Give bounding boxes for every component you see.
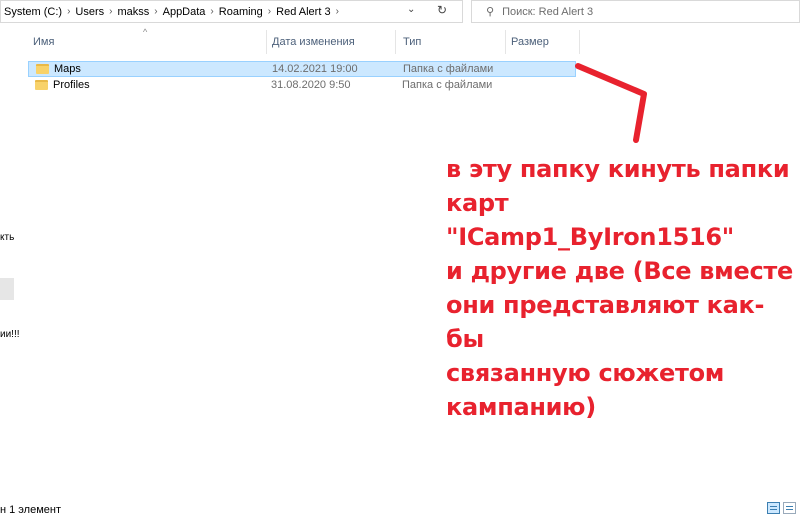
details-view-icon[interactable] — [767, 502, 780, 514]
left-panel-fragment: ии!!! — [0, 329, 20, 340]
annotation-line: и другие две (Все вместе — [446, 257, 793, 285]
annotation-text: в эту папку кинуть папки карт "ꓲCamp1_By… — [446, 152, 800, 424]
annotation-line: в эту папку кинуть папки — [446, 155, 790, 183]
status-bar-text: н 1 элемент — [0, 504, 62, 516]
annotation-line: карт "ꓲCamp1_ByIron1516" — [446, 189, 735, 251]
annotation-line: связанную сюжетом — [446, 359, 725, 387]
large-icons-view-icon[interactable] — [783, 502, 796, 514]
left-panel-button[interactable] — [0, 278, 14, 300]
annotation-line: кампанию) — [446, 393, 596, 421]
left-panel-fragment: кть — [0, 232, 15, 243]
annotation-line: они представляют как-бы — [446, 291, 765, 353]
